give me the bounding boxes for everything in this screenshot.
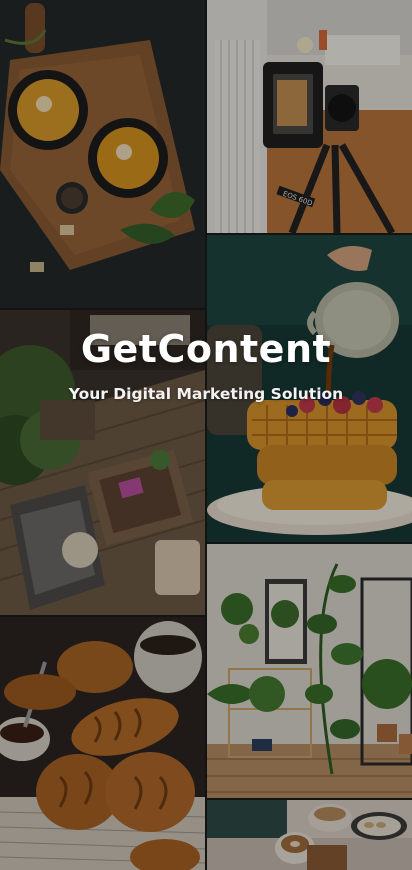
- photo-tile-houseplants: [207, 544, 412, 798]
- photo-tile-coffee-table: [207, 800, 412, 870]
- brand-block: GetContent Your Digital Marketing Soluti…: [0, 326, 412, 404]
- soup-board-image: [0, 0, 205, 308]
- splash-screen: EOS 60D GetContent Your Digital Marketin…: [0, 0, 412, 870]
- croissants-image: [0, 617, 205, 870]
- photo-tile-camera-tripod: EOS 60D: [207, 0, 412, 233]
- camera-tripod-image: EOS 60D: [207, 0, 412, 233]
- app-tagline: Your Digital Marketing Solution: [68, 385, 344, 403]
- photo-tile-soup-board: [0, 0, 205, 308]
- photo-tile-croissants: [0, 617, 205, 870]
- houseplants-image: [207, 544, 412, 798]
- app-title: GetContent: [80, 327, 332, 371]
- coffee-table-image: [207, 800, 412, 870]
